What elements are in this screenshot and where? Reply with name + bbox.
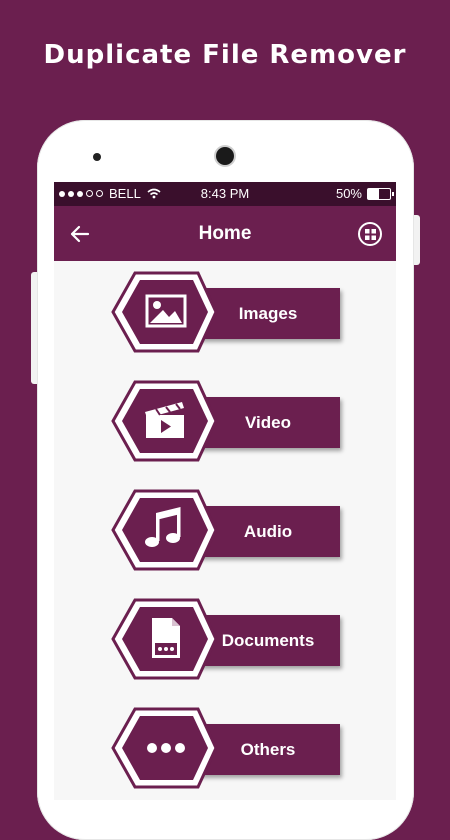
- more-dots-icon: [147, 743, 185, 753]
- status-bar: BELL 8:43 PM 50%: [54, 182, 396, 206]
- grid-menu-button[interactable]: [358, 222, 382, 246]
- menu-badge: [111, 707, 218, 789]
- app-bar: Home: [54, 206, 396, 261]
- menu-badge: [111, 598, 218, 680]
- phone-sensor: [93, 153, 101, 161]
- menu-item-audio[interactable]: Audio: [110, 487, 342, 573]
- phone-camera: [216, 147, 234, 165]
- phone-screen: BELL 8:43 PM 50% Home Images Video Audio…: [54, 182, 396, 800]
- page-title: Home: [198, 223, 252, 244]
- grid-icon: [364, 228, 376, 240]
- battery-percent: 50%: [335, 186, 362, 201]
- document-icon: [152, 618, 180, 658]
- menu-badge: [111, 271, 218, 353]
- menu-item-documents[interactable]: Documents: [110, 596, 342, 682]
- menu-item-images[interactable]: Images: [110, 269, 342, 355]
- battery-status: 50%: [335, 186, 394, 201]
- menu-badge: [111, 380, 218, 462]
- menu-item-others[interactable]: Others: [110, 705, 342, 791]
- menu-badge: [111, 489, 218, 571]
- phone-power-button: [414, 215, 420, 265]
- battery-fill: [368, 188, 379, 199]
- menu-item-video[interactable]: Video: [110, 378, 342, 464]
- promo-title: Duplicate File Remover: [43, 40, 407, 70]
- battery-icon: [367, 187, 394, 200]
